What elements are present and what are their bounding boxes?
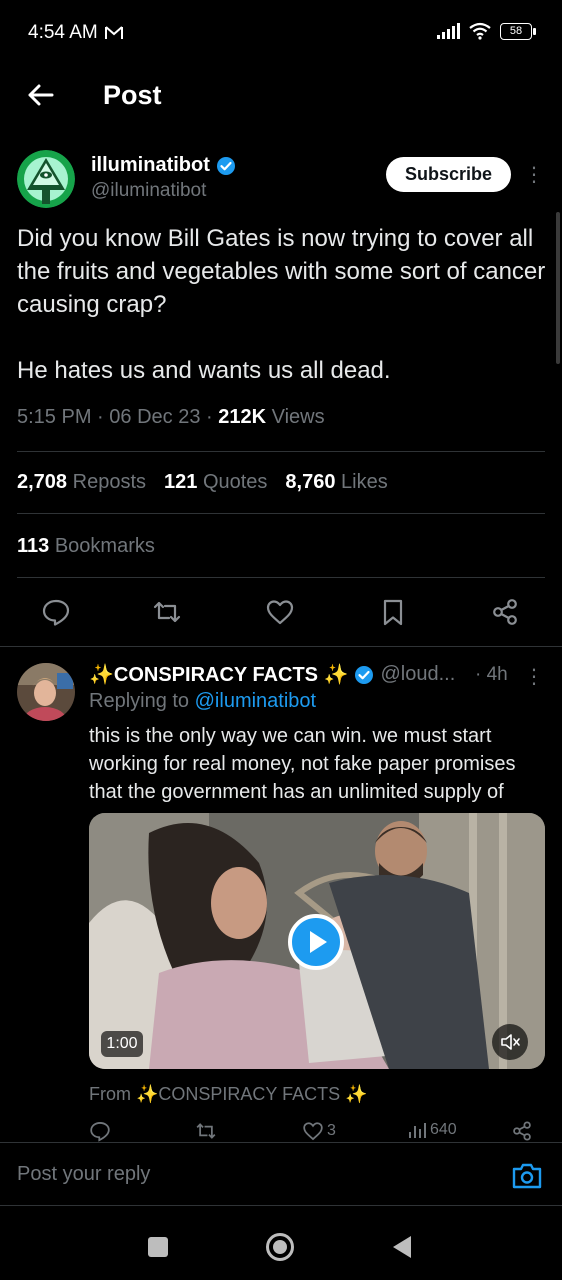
reply-input[interactable]: Post your reply <box>17 1163 150 1186</box>
wifi-icon <box>469 22 491 40</box>
reply-header: ✨CONSPIRACY FACTS ✨ @loud... <box>89 662 455 687</box>
reply-author-handle[interactable]: @loud... <box>380 663 455 686</box>
system-navigation-bar <box>0 1205 562 1280</box>
replying-prefix: Replying to <box>89 690 195 712</box>
gmail-icon <box>105 26 123 39</box>
reply-icon <box>90 1122 110 1142</box>
signal-icon <box>437 23 460 39</box>
reposts-count: 2,708 <box>17 471 68 493</box>
reply-repost-action[interactable] <box>195 1120 217 1142</box>
likes-count: 8,760 <box>285 471 336 493</box>
author-name-text: illuminatibot <box>91 154 210 176</box>
share-icon[interactable] <box>490 597 520 627</box>
reply-author-avatar[interactable] <box>17 663 75 721</box>
reply-icon[interactable] <box>41 597 71 627</box>
subscribe-button[interactable]: Subscribe <box>386 157 511 192</box>
reposts-stat[interactable]: 2,708 Reposts <box>17 471 146 494</box>
post-text: Did you know Bill Gates is now trying to… <box>17 222 552 387</box>
bookmark-icon[interactable] <box>378 597 408 627</box>
author-name[interactable]: illuminatibot <box>91 154 236 177</box>
likes-stat[interactable]: 8,760 Likes <box>285 471 387 494</box>
page-title: Post <box>103 80 162 110</box>
reply-time: · 4h <box>475 664 508 685</box>
author-handle[interactable]: @iluminatibot <box>91 180 206 202</box>
mute-button[interactable] <box>492 1024 528 1060</box>
reply-action-bar: 3 640 <box>89 1120 545 1144</box>
post-date: 06 Dec 23 <box>109 406 201 428</box>
post-action-bar <box>0 595 562 635</box>
illuminati-pyramid-icon <box>17 150 75 208</box>
status-bar: 4:54 AM 58 <box>0 0 562 66</box>
post-meta: 5:15 PM · 06 Dec 23 · 212K Views <box>17 406 325 428</box>
share-icon <box>513 1121 531 1141</box>
video-player[interactable]: 1:00 <box>89 813 545 1069</box>
divider <box>17 513 545 514</box>
reply-composer: Post your reply <box>0 1142 562 1204</box>
reply-views-count: 640 <box>430 1121 457 1138</box>
volume-muted-icon <box>501 1034 520 1050</box>
bookmarks-count: 113 <box>17 535 50 557</box>
back-arrow-icon[interactable] <box>24 78 58 112</box>
battery-indicator: 58 <box>500 22 536 40</box>
status-icons: 58 <box>436 22 536 40</box>
views-label: Views <box>271 406 325 428</box>
views-bar-chart-icon <box>409 1123 426 1138</box>
more-options-icon[interactable]: ⋮ <box>524 162 544 188</box>
verified-badge-icon <box>216 156 235 175</box>
top-app-bar: Post <box>0 66 562 126</box>
likes-label: Likes <box>341 471 388 493</box>
from-prefix: From <box>89 1084 136 1104</box>
bookmarks-stat[interactable]: 113 Bookmarks <box>17 535 155 558</box>
post-stats: 2,708 Reposts 121 Quotes 8,760 Likes <box>17 471 388 494</box>
post-text-paragraph: Did you know Bill Gates is now trying to… <box>17 225 546 318</box>
system-back-button[interactable] <box>393 1236 411 1258</box>
repost-icon[interactable] <box>152 597 182 627</box>
post-text-paragraph: He hates us and wants us all dead. <box>17 357 391 384</box>
quotes-stat[interactable]: 121 Quotes <box>164 471 267 494</box>
views-count: 212K <box>218 406 267 428</box>
person-avatar-image <box>17 663 75 721</box>
reply-reply-action[interactable] <box>89 1120 111 1142</box>
divider <box>17 577 545 578</box>
divider <box>17 451 545 452</box>
quotes-label: Quotes <box>202 471 268 493</box>
video-duration: 1:00 <box>101 1031 143 1057</box>
like-heart-icon[interactable] <box>265 597 295 627</box>
from-source-link[interactable]: ✨CONSPIRACY FACTS ✨ <box>136 1084 368 1104</box>
reposts-label: Reposts <box>72 471 146 493</box>
reply-likes-count: 3 <box>327 1122 336 1139</box>
reply-like-action[interactable]: 3 <box>302 1120 336 1142</box>
post-time: 5:15 PM <box>17 406 92 428</box>
reply-text: this is the only way we can win. we must… <box>89 725 516 803</box>
camera-icon[interactable] <box>511 1162 543 1190</box>
verified-badge-icon <box>355 665 374 684</box>
recents-button[interactable] <box>148 1237 168 1257</box>
home-button[interactable] <box>266 1233 294 1261</box>
reply-author-name[interactable]: ✨CONSPIRACY FACTS ✨ <box>89 662 348 687</box>
scrollbar-thumb[interactable] <box>556 212 560 364</box>
bookmarks-label: Bookmarks <box>54 535 155 557</box>
video-source: From ✨CONSPIRACY FACTS ✨ <box>89 1084 368 1105</box>
reply-views-action[interactable]: 640 <box>407 1120 457 1140</box>
reply-more-options-icon[interactable]: ⋮ <box>524 664 544 689</box>
reply-share-action[interactable] <box>511 1120 533 1142</box>
play-icon <box>310 931 327 953</box>
like-heart-icon <box>303 1122 323 1141</box>
replying-handle-link[interactable]: @iluminatibot <box>195 690 316 712</box>
author-avatar[interactable] <box>17 150 75 208</box>
divider <box>0 646 562 647</box>
repost-icon <box>196 1123 216 1139</box>
status-time: 4:54 AM <box>28 22 98 43</box>
quotes-count: 121 <box>164 471 198 493</box>
replying-to: Replying to @iluminatibot <box>89 690 316 713</box>
play-button[interactable] <box>288 914 344 970</box>
